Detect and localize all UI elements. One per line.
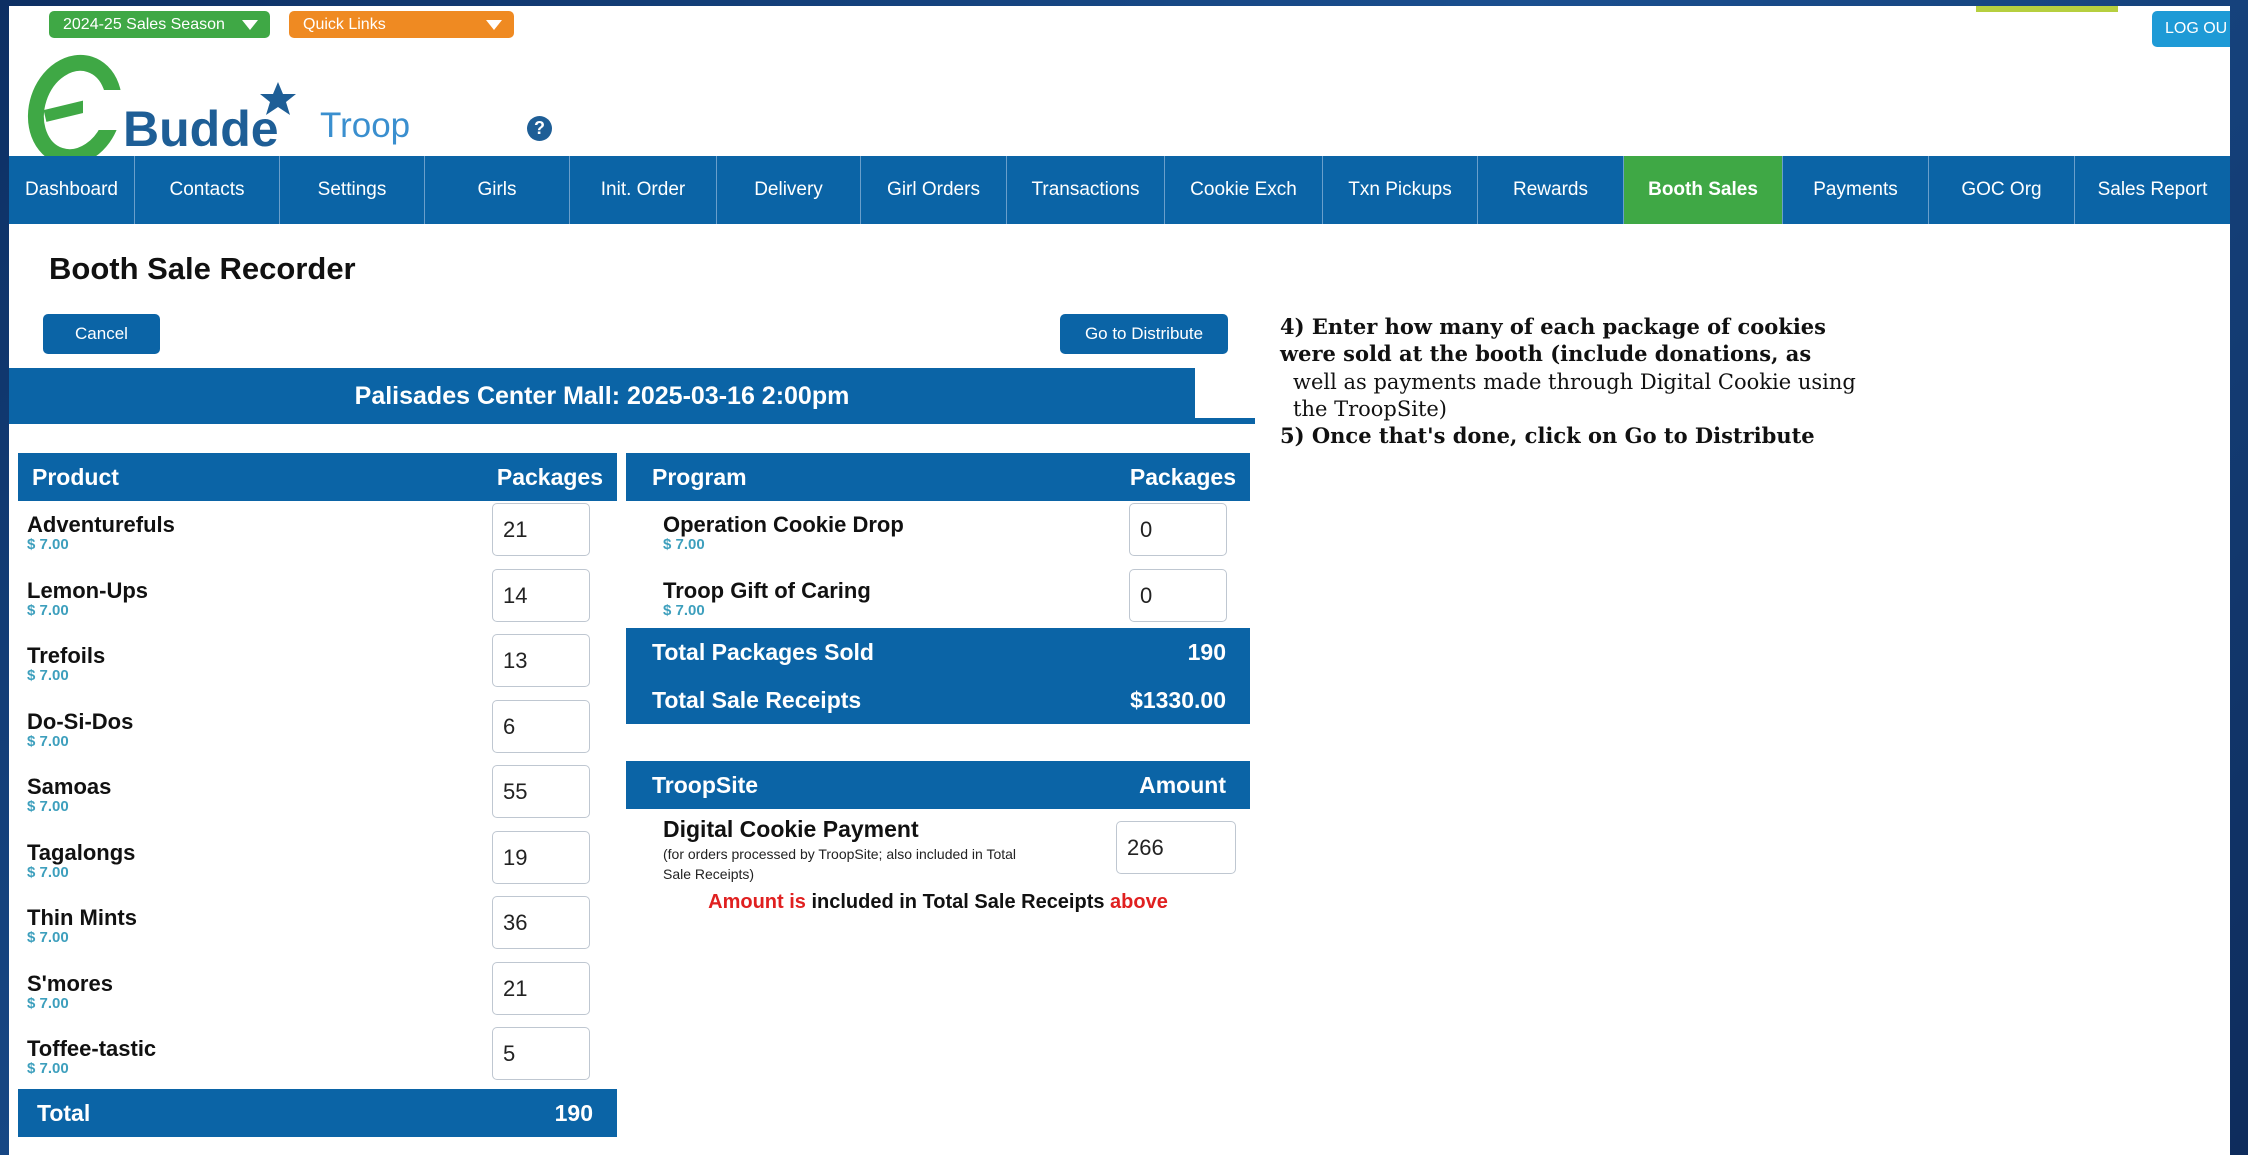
total-receipts-label: Total Sale Receipts xyxy=(652,686,862,713)
go-to-distribute-button[interactable]: Go to Distribute xyxy=(1060,314,1228,354)
product-price: $ 7.00 xyxy=(27,667,69,684)
total-packages-value: 190 xyxy=(1187,638,1226,665)
product-qty-input[interactable] xyxy=(492,831,590,884)
nav-payments[interactable]: Payments xyxy=(1783,156,1929,224)
program-row: Operation Cookie Drop $ 7.00 xyxy=(663,501,1163,567)
digital-cookie-payment-label: Digital Cookie Payment xyxy=(663,816,919,842)
product-qty-input[interactable] xyxy=(492,503,590,556)
nav-txn-pickups[interactable]: Txn Pickups xyxy=(1323,156,1478,224)
product-price: $ 7.00 xyxy=(27,602,69,619)
nav-dashboard[interactable]: Dashboard xyxy=(9,156,135,224)
instruction-step4-continued: well as payments made through Digital Co… xyxy=(1293,370,1856,421)
product-name: Tagalongs xyxy=(27,840,136,865)
product-table-header: Product Packages xyxy=(18,453,617,501)
product-price: $ 7.00 xyxy=(27,864,69,881)
product-qty-input[interactable] xyxy=(492,700,590,753)
product-qty-input[interactable] xyxy=(492,896,590,949)
cancel-button[interactable]: Cancel xyxy=(43,314,160,354)
troop-label: Troop xyxy=(320,106,411,145)
total-receipts-value: $1330.00 xyxy=(1130,686,1226,713)
header-program: Program xyxy=(652,463,747,490)
product-qty-input[interactable] xyxy=(492,634,590,687)
help-icon[interactable]: ? xyxy=(527,116,552,141)
logout-button[interactable]: LOG OU xyxy=(2152,11,2230,47)
program-qty-input[interactable] xyxy=(1129,503,1227,556)
amount-included-note: Amount is included in Total Sale Receipt… xyxy=(626,891,1250,914)
quick-links-label: Quick Links xyxy=(303,15,386,33)
chevron-down-icon xyxy=(486,20,502,30)
note-red-suffix: above xyxy=(1110,891,1168,913)
product-qty-input[interactable] xyxy=(492,1027,590,1080)
nav-init-order[interactable]: Init. Order xyxy=(570,156,717,224)
product-price: $ 7.00 xyxy=(27,995,69,1012)
decorative-strip xyxy=(1976,6,2118,12)
product-qty-input[interactable] xyxy=(492,569,590,622)
product-name: Thin Mints xyxy=(27,905,137,930)
header-product: Product xyxy=(32,463,119,490)
total-value: 190 xyxy=(554,1099,593,1126)
nav-contacts[interactable]: Contacts xyxy=(135,156,280,224)
program-table-header: Program Packages xyxy=(626,453,1250,501)
season-dropdown[interactable]: 2024-25 Sales Season xyxy=(49,11,270,38)
header-amount: Amount xyxy=(1139,771,1226,798)
nav-girl-orders[interactable]: Girl Orders xyxy=(861,156,1007,224)
ebudde-logo: Budde xyxy=(27,54,296,162)
product-price: $ 7.00 xyxy=(27,798,69,815)
note-middle: included in Total Sale Receipts xyxy=(805,891,1111,913)
product-name: Samoas xyxy=(27,774,112,799)
total-receipts-bar: Total Sale Receipts $1330.00 xyxy=(626,676,1250,724)
page-title: Booth Sale Recorder xyxy=(49,251,356,286)
nav-goc-org[interactable]: GOC Org xyxy=(1929,156,2075,224)
total-packages-bar: Total Packages Sold 190 xyxy=(626,628,1250,676)
product-name: Lemon-Ups xyxy=(27,578,148,603)
total-packages-label: Total Packages Sold xyxy=(652,638,874,665)
header-packages: Packages xyxy=(1129,463,1236,490)
product-name: Do-Si-Dos xyxy=(27,709,134,734)
program-price: $ 7.00 xyxy=(663,602,705,619)
main-nav: Dashboard Contacts Settings Girls Init. … xyxy=(9,156,2230,224)
product-name: Adventurefuls xyxy=(27,512,175,537)
program-price: $ 7.00 xyxy=(663,536,705,553)
season-label: 2024-25 Sales Season xyxy=(63,15,225,33)
quick-links-dropdown[interactable]: Quick Links xyxy=(289,11,514,38)
nav-booth-sales[interactable]: Booth Sales xyxy=(1624,156,1783,224)
program-row: Troop Gift of Caring $ 7.00 xyxy=(663,567,1163,633)
product-qty-input[interactable] xyxy=(492,962,590,1015)
nav-settings[interactable]: Settings xyxy=(280,156,425,224)
troopsite-table-header: TroopSite Amount xyxy=(626,761,1250,809)
product-name: S'mores xyxy=(27,971,113,996)
instruction-step4: 4) Enter how many of each package of coo… xyxy=(1280,314,1826,366)
digital-cookie-amount-input[interactable] xyxy=(1116,821,1236,874)
product-price: $ 7.00 xyxy=(27,733,69,750)
product-price: $ 7.00 xyxy=(27,1060,69,1077)
chevron-down-icon xyxy=(242,20,258,30)
nav-sales-report[interactable]: Sales Report xyxy=(2075,156,2230,224)
app-page: 2024-25 Sales Season Quick Links LOG OU … xyxy=(9,6,2230,1155)
program-qty-input[interactable] xyxy=(1129,569,1227,622)
program-name: Troop Gift of Caring xyxy=(663,578,871,603)
product-name: Toffee-tastic xyxy=(27,1036,157,1061)
header-packages: Packages xyxy=(496,463,603,490)
instruction-step5: 5) Once that's done, click on Go to Dist… xyxy=(1280,423,1815,448)
product-total-bar: Total 190 xyxy=(18,1089,617,1137)
program-name: Operation Cookie Drop xyxy=(663,512,904,537)
note-red-prefix: Amount is xyxy=(708,891,806,913)
nav-rewards[interactable]: Rewards xyxy=(1478,156,1624,224)
event-banner-tail xyxy=(1195,418,1255,424)
nav-delivery[interactable]: Delivery xyxy=(717,156,861,224)
digital-cookie-payment-desc: (for orders processed by TroopSite; also… xyxy=(663,846,1017,882)
product-name: Trefoils xyxy=(27,643,106,668)
product-price: $ 7.00 xyxy=(27,536,69,553)
brand-text: Budde xyxy=(123,101,279,157)
header-troopsite: TroopSite xyxy=(652,771,759,798)
event-banner: Palisades Center Mall: 2025-03-16 2:00pm xyxy=(9,368,1195,424)
total-label: Total xyxy=(37,1099,91,1126)
product-price: $ 7.00 xyxy=(27,929,69,946)
product-qty-input[interactable] xyxy=(492,765,590,818)
nav-girls[interactable]: Girls xyxy=(425,156,570,224)
nav-transactions[interactable]: Transactions xyxy=(1007,156,1165,224)
nav-cookie-exch[interactable]: Cookie Exch xyxy=(1165,156,1323,224)
